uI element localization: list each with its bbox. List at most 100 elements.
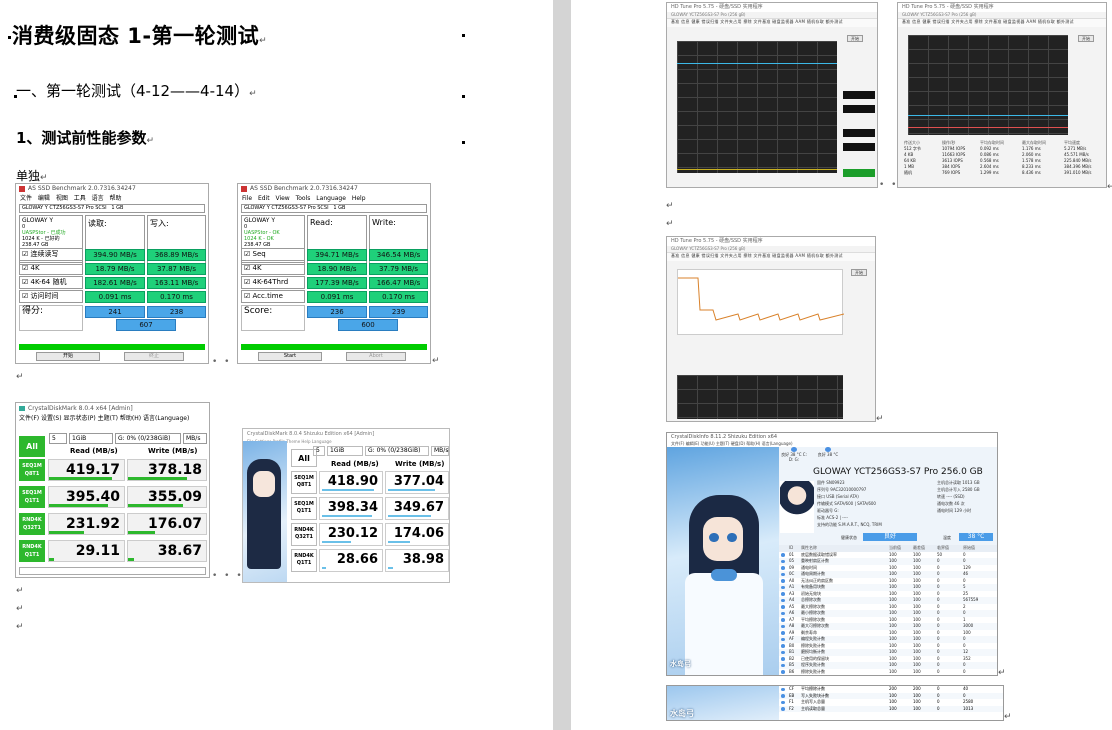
control-panel: 开始 xyxy=(1074,31,1106,101)
smart-attributes-table[interactable]: CF 平均擦除计数 200 200 0 40 EB 写入失败块计数 100 100 0 0 F1 主机写入… xyxy=(779,686,1003,712)
abort-button[interactable]: 终止 xyxy=(124,352,184,361)
menu-bar[interactable]: 文件 编辑 视图 工具 语言 帮助 xyxy=(16,194,208,203)
attribute-row[interactable]: C0 意外断电计数 100 100 0 9 xyxy=(779,675,997,676)
start-button[interactable]: 开始 xyxy=(847,35,863,42)
test-button-rnd4k-q32t1[interactable]: RND4K Q32T1 xyxy=(291,523,317,546)
drive-info-left: 固件 SN09923 序列号 9AC32010000797 接口 USB (Se… xyxy=(817,480,882,527)
start-button[interactable]: 开始 xyxy=(1078,35,1094,42)
result-write: 176.07 xyxy=(127,513,207,535)
status-dot-icon xyxy=(781,694,785,698)
row-label-4k64[interactable]: ☑ 4K-64Thrd xyxy=(241,276,305,289)
test-button-seq1m-q1t1[interactable]: SEQ1M Q1T1 xyxy=(19,486,45,508)
drive-selector[interactable]: GLOWAY YCTZ56GS3-S7 Pro (256 gB) xyxy=(898,12,1106,19)
subsection-heading[interactable]: 1、测试前性能参数↵ xyxy=(16,127,154,148)
value-box xyxy=(843,143,875,151)
tab-bar[interactable]: 基准 信息 健康 错误扫描 文件夹占用 擦除 文件基准 磁盘监视器 AAM 随机… xyxy=(667,19,877,27)
character-illustration xyxy=(243,441,287,582)
drive-select[interactable]: G: 0% (0/238GiB) xyxy=(365,446,429,456)
attribute-cell: C0 xyxy=(789,675,794,676)
drive-selector[interactable]: GLOWAY YCTZ56GS3-S7 Pro (256 gB) xyxy=(667,246,875,253)
test-button-seq1m-q8t1[interactable]: SEQ1M Q8T1 xyxy=(291,471,317,494)
start-button[interactable]: 开始 xyxy=(36,352,100,361)
start-button[interactable]: 开始 xyxy=(851,269,867,276)
all-button[interactable]: All xyxy=(19,436,45,457)
para-mark: ↵ xyxy=(432,356,440,366)
status-dot-icon xyxy=(781,644,785,648)
section-heading[interactable]: 一、第一轮测试（4-12——4-14）↵ xyxy=(16,80,257,101)
hdtune-window-1: HD Tune Pro 5.75 - 硬盘/SSD 实用程序 GLOWAY YC… xyxy=(666,2,878,188)
result-write: 377.04 xyxy=(385,471,449,494)
para-mark: ↵ xyxy=(16,586,24,596)
attribute-cell: 100 xyxy=(913,675,921,676)
label-single[interactable]: 单独↵ xyxy=(16,167,48,184)
count-select[interactable]: 5 xyxy=(49,433,67,444)
score-total: 607 xyxy=(116,319,176,331)
para-mark: ↵ xyxy=(16,622,24,632)
comment-field[interactable] xyxy=(19,567,206,575)
unit-select[interactable]: MB/s xyxy=(183,433,207,444)
drive-selector[interactable]: GLOWAY YCTZ56GS3-S7 Pro (256 gB) xyxy=(667,12,877,19)
drive-status-button[interactable]: 良好 38 °C C: D: G: xyxy=(779,447,809,462)
test-button-seq1m-q1t1[interactable]: SEQ1M Q1T1 xyxy=(291,497,317,520)
test-button-seq1m-q8t1[interactable]: SEQ1M Q8T1 xyxy=(19,459,45,481)
result-read: 398.34 xyxy=(319,497,383,520)
test-button-rnd4k-q1t1[interactable]: RND4K Q1T1 xyxy=(19,540,45,562)
size-select[interactable]: 1GiB xyxy=(327,446,363,456)
attribute-cell: 0 xyxy=(937,705,940,711)
drive-select[interactable]: GLOWAY Y CTZ56GS3-S7 Pro SCSI 1 GB xyxy=(241,204,427,213)
drive-select[interactable]: G: 0% (0/238GiB) xyxy=(115,433,181,444)
row-label-4k64[interactable]: ☑ 4K-64 随机 xyxy=(19,276,83,289)
status-dot-icon xyxy=(781,624,785,628)
row-label-acc[interactable]: ☑ Acc.time xyxy=(241,290,305,303)
window-titlebar: AS SSD Benchmark 2.0.7316.34247 xyxy=(16,184,208,194)
score-label: Score: xyxy=(241,305,305,331)
menu-bar[interactable]: File Edit View Tools Language Help xyxy=(238,194,430,203)
score-total: 600 xyxy=(338,319,398,331)
row-label-4k[interactable]: ☑ 4K xyxy=(19,262,83,275)
status-dot-icon xyxy=(781,618,785,622)
drive-select[interactable]: GLOWAY Y CTZ56GS3-S7 Pro SCSI 1 GB xyxy=(19,204,205,213)
row-label-4k[interactable]: ☑ 4K xyxy=(241,262,305,275)
result-seq-read: 394.90 MB/s xyxy=(85,249,145,261)
attribute-row[interactable]: F2 主机读取总量 100 100 0 1013 xyxy=(779,705,1003,712)
menu-bar[interactable]: 文件(F) 设置(S) 显示状态(P) 主题(T) 帮助(H) 语言(Langu… xyxy=(16,414,209,424)
status-dot-icon xyxy=(781,687,785,691)
status-dot-icon xyxy=(781,559,785,563)
drive-status-button[interactable]: 良好 38 °C xyxy=(813,447,843,459)
doc-title[interactable]: 消费级固态 1-第一轮测试↵ xyxy=(12,20,267,50)
smart-attributes-table[interactable]: ID 属性名称 当前值 最差值 临界值 原始值 01 底层数据读取错误率 100 10… xyxy=(779,545,997,675)
tab-bar[interactable]: 基准 信息 健康 错误扫描 文件夹占用 擦除 文件基准 磁盘监视器 AAM 随机… xyxy=(667,253,875,261)
row-label-seq[interactable]: ☑ Seq xyxy=(241,248,305,261)
test-button-rnd4k-q32t1[interactable]: RND4K Q32T1 xyxy=(19,513,45,535)
start-button[interactable]: Start xyxy=(258,352,322,361)
score-read: 236 xyxy=(307,306,367,318)
progress-bar xyxy=(19,344,205,350)
page-gutter xyxy=(553,0,571,730)
result-read: 419.17 xyxy=(48,459,125,481)
unit-select[interactable]: MB/s xyxy=(431,446,449,456)
control-panel: 开始 xyxy=(847,265,875,335)
result-seq-read: 394.71 MB/s xyxy=(307,249,367,261)
status-dot-icon xyxy=(781,637,785,641)
para-mark: ↵ xyxy=(876,414,884,424)
size-select[interactable]: 1GiB xyxy=(69,433,113,444)
result-seq-write: 368.89 MB/s xyxy=(147,249,206,261)
value-box xyxy=(843,91,875,99)
progress-bar xyxy=(241,344,427,350)
row-label-seq[interactable]: ☑ 连续读写 xyxy=(19,248,83,261)
abort-button[interactable]: Abort xyxy=(346,352,406,361)
count-select[interactable]: 5 xyxy=(313,446,325,456)
test-button-rnd4k-q1t1[interactable]: RND4K Q1T1 xyxy=(291,549,317,572)
row-label-acc[interactable]: ☑ 访问时间 xyxy=(19,290,83,303)
status-dot-icon xyxy=(781,670,785,674)
attribute-cell: 1013 xyxy=(963,705,974,711)
window-titlebar: CrystalDiskMark 8.0.4 x64 [Admin] xyxy=(16,403,209,414)
health-status-badge[interactable]: 良好 xyxy=(863,533,917,541)
crystaldiskinfo-window: CrystalDiskInfo 8.11.2 Shizuku Edition x… xyxy=(666,432,998,676)
result-read: 395.40 xyxy=(48,486,125,508)
corner-mark xyxy=(462,95,465,98)
result-4k-write: 37.87 MB/s xyxy=(147,263,206,275)
status-dot-icon xyxy=(781,605,785,609)
tab-bar[interactable]: 基准 信息 健康 错误扫描 文件夹占用 擦除 文件基准 磁盘监视器 AAM 随机… xyxy=(898,19,1106,27)
attribute-cell: 100 xyxy=(889,705,897,711)
